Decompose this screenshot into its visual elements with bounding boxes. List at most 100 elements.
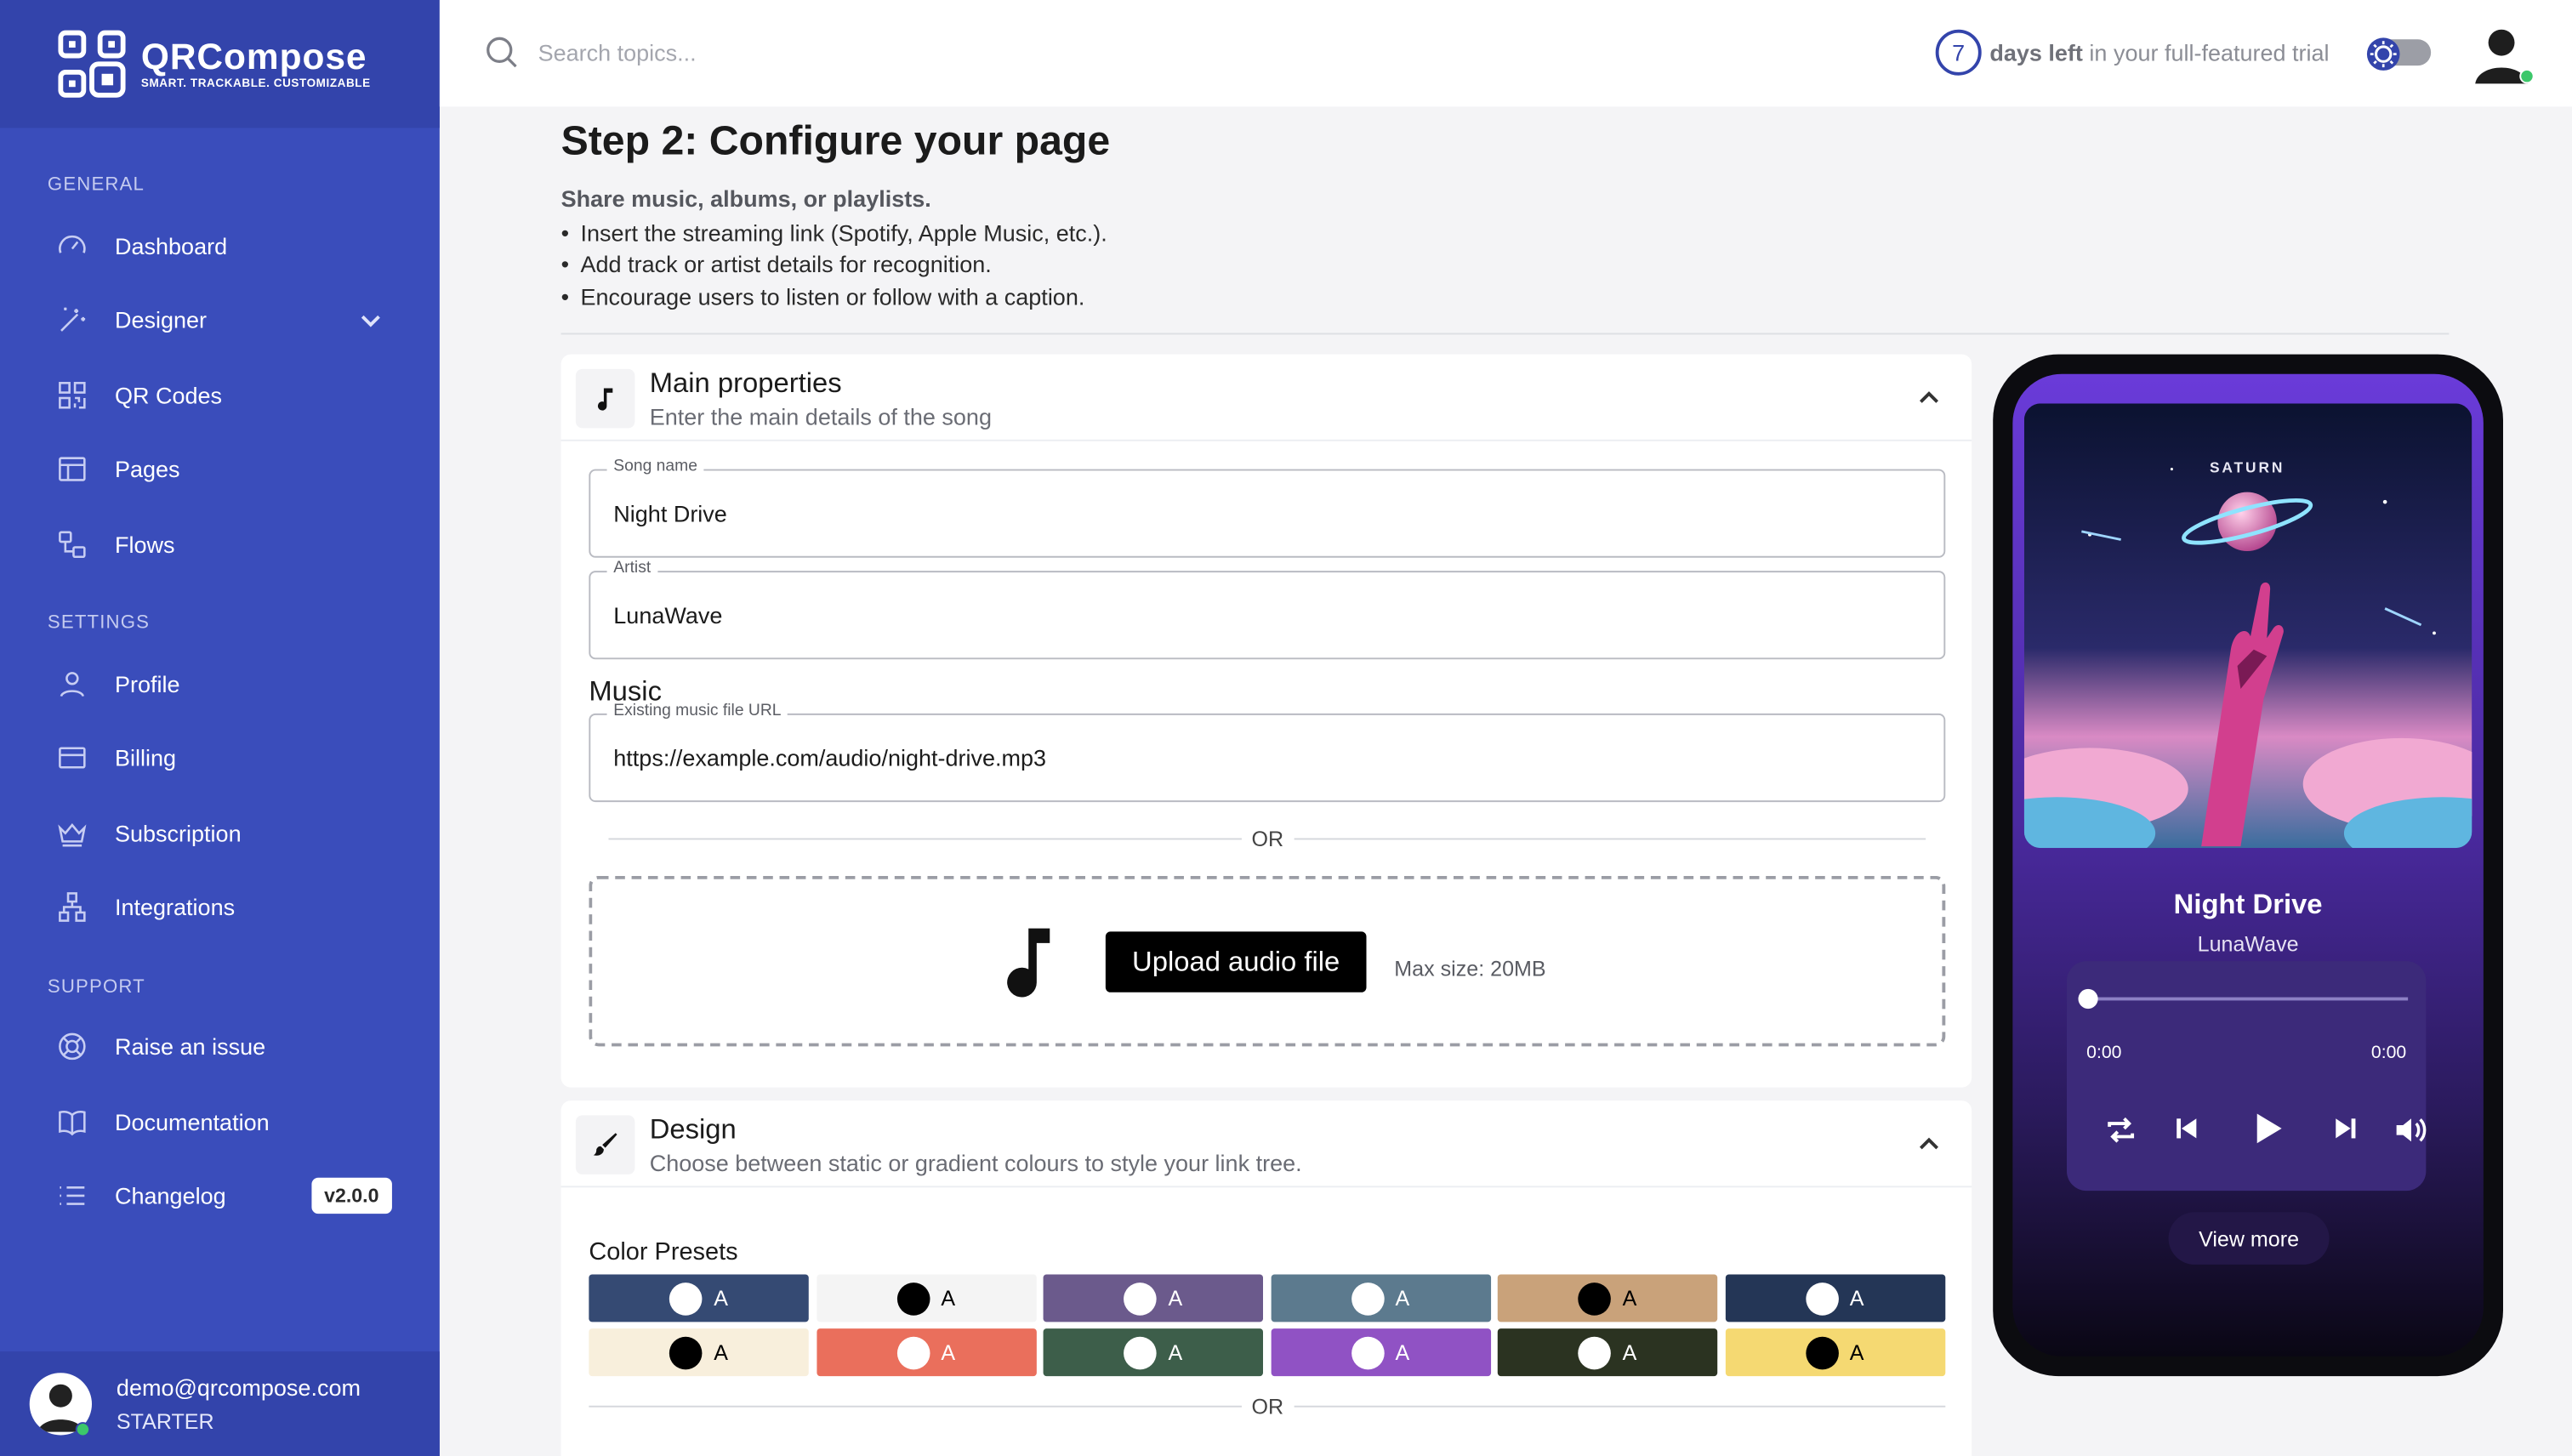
design-header[interactable]: Design Choose between static or gradient… — [560, 1101, 1972, 1188]
preset-label: A — [714, 1285, 728, 1311]
sidebar-item-documentation[interactable]: Documentation — [0, 1089, 440, 1155]
chevron-up-icon[interactable] — [1916, 385, 1943, 412]
color-preset-swatch[interactable]: A — [1043, 1328, 1263, 1377]
preset-label: A — [1168, 1339, 1183, 1365]
search-input[interactable] — [538, 32, 1031, 72]
card-title: Main properties — [649, 367, 842, 399]
color-preset-swatch[interactable]: A — [1270, 1328, 1491, 1377]
sidebar-item-label: Billing — [114, 744, 177, 771]
color-preset-swatch[interactable]: A — [1270, 1274, 1491, 1322]
chevron-up-icon[interactable] — [1916, 1132, 1943, 1158]
max-size-note: Max size: 20MB — [1394, 956, 1546, 981]
music-note-icon — [1007, 928, 1050, 998]
card-subtitle: Enter the main details of the song — [649, 403, 992, 430]
qrcompose-logo-icon — [58, 30, 126, 98]
sidebar-item-qr-codes[interactable]: QR Codes — [0, 362, 440, 428]
sidebar-item-raise-issue[interactable]: Raise an issue — [0, 1014, 440, 1079]
artist-field[interactable]: Artist LunaWave — [589, 559, 1946, 660]
album-art-text: SATURN — [2210, 458, 2285, 475]
music-url-field[interactable]: Existing music file URL https://example.… — [589, 702, 1946, 803]
upload-audio-button[interactable]: Upload audio file — [1105, 931, 1367, 992]
preview-artist: LunaWave — [2197, 931, 2299, 957]
sidebar-item-label: Designer — [114, 306, 208, 333]
preset-dot — [896, 1282, 930, 1315]
brand-tagline: SMART. TRACKABLE. CUSTOMIZABLE — [140, 77, 371, 90]
color-preset-swatch[interactable]: A — [1497, 1328, 1718, 1377]
search-icon — [484, 34, 520, 70]
sidebar-item-integrations[interactable]: Integrations — [0, 874, 440, 940]
audio-dropzone[interactable]: Upload audio file Max size: 20MB — [589, 875, 1946, 1047]
sidebar-item-subscription[interactable]: Subscription — [0, 800, 440, 866]
song-name-input[interactable]: Night Drive — [613, 500, 727, 526]
sidebar-item-changelog[interactable]: Changelog v2.0.0 — [0, 1163, 440, 1228]
sidebar-item-profile[interactable]: Profile — [0, 651, 440, 717]
color-preset-swatch[interactable]: A — [816, 1328, 1036, 1377]
user-plan: STARTER — [116, 1408, 214, 1434]
view-more-button[interactable]: View more — [2168, 1212, 2330, 1265]
preset-label: A — [1622, 1339, 1637, 1365]
repeat-icon[interactable] — [2103, 1112, 2138, 1148]
brand[interactable]: QRCompose SMART. TRACKABLE. CUSTOMIZABLE — [0, 0, 440, 128]
preset-label: A — [1849, 1339, 1864, 1365]
list-item: Add track or artist details for recognit… — [561, 250, 1107, 282]
divider — [560, 333, 2450, 335]
artist-input[interactable]: LunaWave — [613, 602, 722, 628]
previous-icon[interactable] — [2170, 1112, 2203, 1146]
color-preset-swatch[interactable]: A — [1724, 1328, 1945, 1377]
progress-bar[interactable] — [2086, 997, 2409, 1001]
field-label: Artist — [606, 559, 657, 577]
crown-icon — [54, 815, 90, 850]
song-name-field[interactable]: Song name Night Drive — [589, 458, 1946, 558]
trial-days-counter: 7 — [1935, 29, 1982, 76]
color-preset-swatch[interactable]: A — [1724, 1274, 1945, 1322]
main-properties-card: Main properties Enter the main details o… — [560, 354, 1972, 1088]
instructions-list: Insert the streaming link (Spotify, Appl… — [561, 218, 1107, 313]
sidebar-item-label: Documentation — [114, 1108, 270, 1135]
lifebuoy-icon — [54, 1028, 90, 1064]
sidebar-item-pages[interactable]: Pages — [0, 436, 440, 502]
user-email: demo@qrcompose.com — [116, 1374, 361, 1401]
progress-knob[interactable] — [2078, 988, 2098, 1010]
preset-dot — [1805, 1282, 1839, 1315]
brush-icon — [575, 1115, 635, 1174]
list-item: Insert the streaming link (Spotify, Appl… — [561, 218, 1107, 249]
phone-preview: SATURN Night Drive LunaWave 0:00 0:00 Vi… — [1993, 354, 2503, 1377]
chevron-down-icon[interactable] — [357, 307, 384, 333]
main-properties-header[interactable]: Main properties Enter the main details o… — [560, 355, 1972, 441]
card-title: Design — [649, 1113, 737, 1146]
list-item: Encourage users to listen or follow with… — [561, 282, 1107, 313]
color-preset-swatch[interactable]: A — [1497, 1274, 1718, 1322]
color-preset-swatch[interactable]: A — [1043, 1274, 1263, 1322]
design-card: Design Choose between static or gradient… — [560, 1101, 1972, 1456]
qr-code-icon — [54, 378, 90, 413]
sidebar-item-label: Pages — [114, 456, 180, 482]
play-icon[interactable] — [2247, 1109, 2286, 1148]
sidebar-item-dashboard[interactable]: Dashboard — [0, 213, 440, 279]
volume-icon[interactable] — [2392, 1112, 2427, 1148]
sidebar-item-label: Subscription — [114, 820, 242, 847]
color-preset-swatch[interactable]: A — [589, 1328, 809, 1377]
sidebar-item-label: Integrations — [114, 894, 236, 920]
music-url-input[interactable]: https://example.com/audio/night-drive.mp… — [613, 745, 1046, 771]
or-separator: OR — [1241, 826, 1294, 851]
color-preset-swatch[interactable]: A — [589, 1274, 809, 1322]
sidebar-item-flows[interactable]: Flows — [0, 512, 440, 577]
sidebar: QRCompose SMART. TRACKABLE. CUSTOMIZABLE… — [0, 0, 440, 1456]
sun-icon[interactable] — [2365, 36, 2401, 71]
user-account[interactable]: demo@qrcompose.com STARTER — [0, 1351, 440, 1456]
sidebar-item-label: Dashboard — [114, 232, 228, 259]
sidebar-item-label: Profile — [114, 670, 180, 697]
preset-label: A — [941, 1285, 956, 1311]
sidebar-item-billing[interactable]: Billing — [0, 725, 440, 790]
next-icon[interactable] — [2330, 1112, 2363, 1146]
field-label: Existing music file URL — [606, 702, 788, 720]
trial-message-rest: in your full-featured trial — [2082, 39, 2330, 66]
audio-player: 0:00 0:00 — [2066, 961, 2427, 1192]
section-general: GENERAL — [47, 175, 145, 196]
preset-dot — [896, 1335, 930, 1369]
flow-icon — [54, 526, 90, 562]
preset-dot — [1578, 1282, 1612, 1315]
color-preset-swatch[interactable]: A — [816, 1274, 1036, 1322]
preset-dot — [1351, 1282, 1385, 1315]
sidebar-item-designer[interactable]: Designer — [0, 287, 440, 352]
